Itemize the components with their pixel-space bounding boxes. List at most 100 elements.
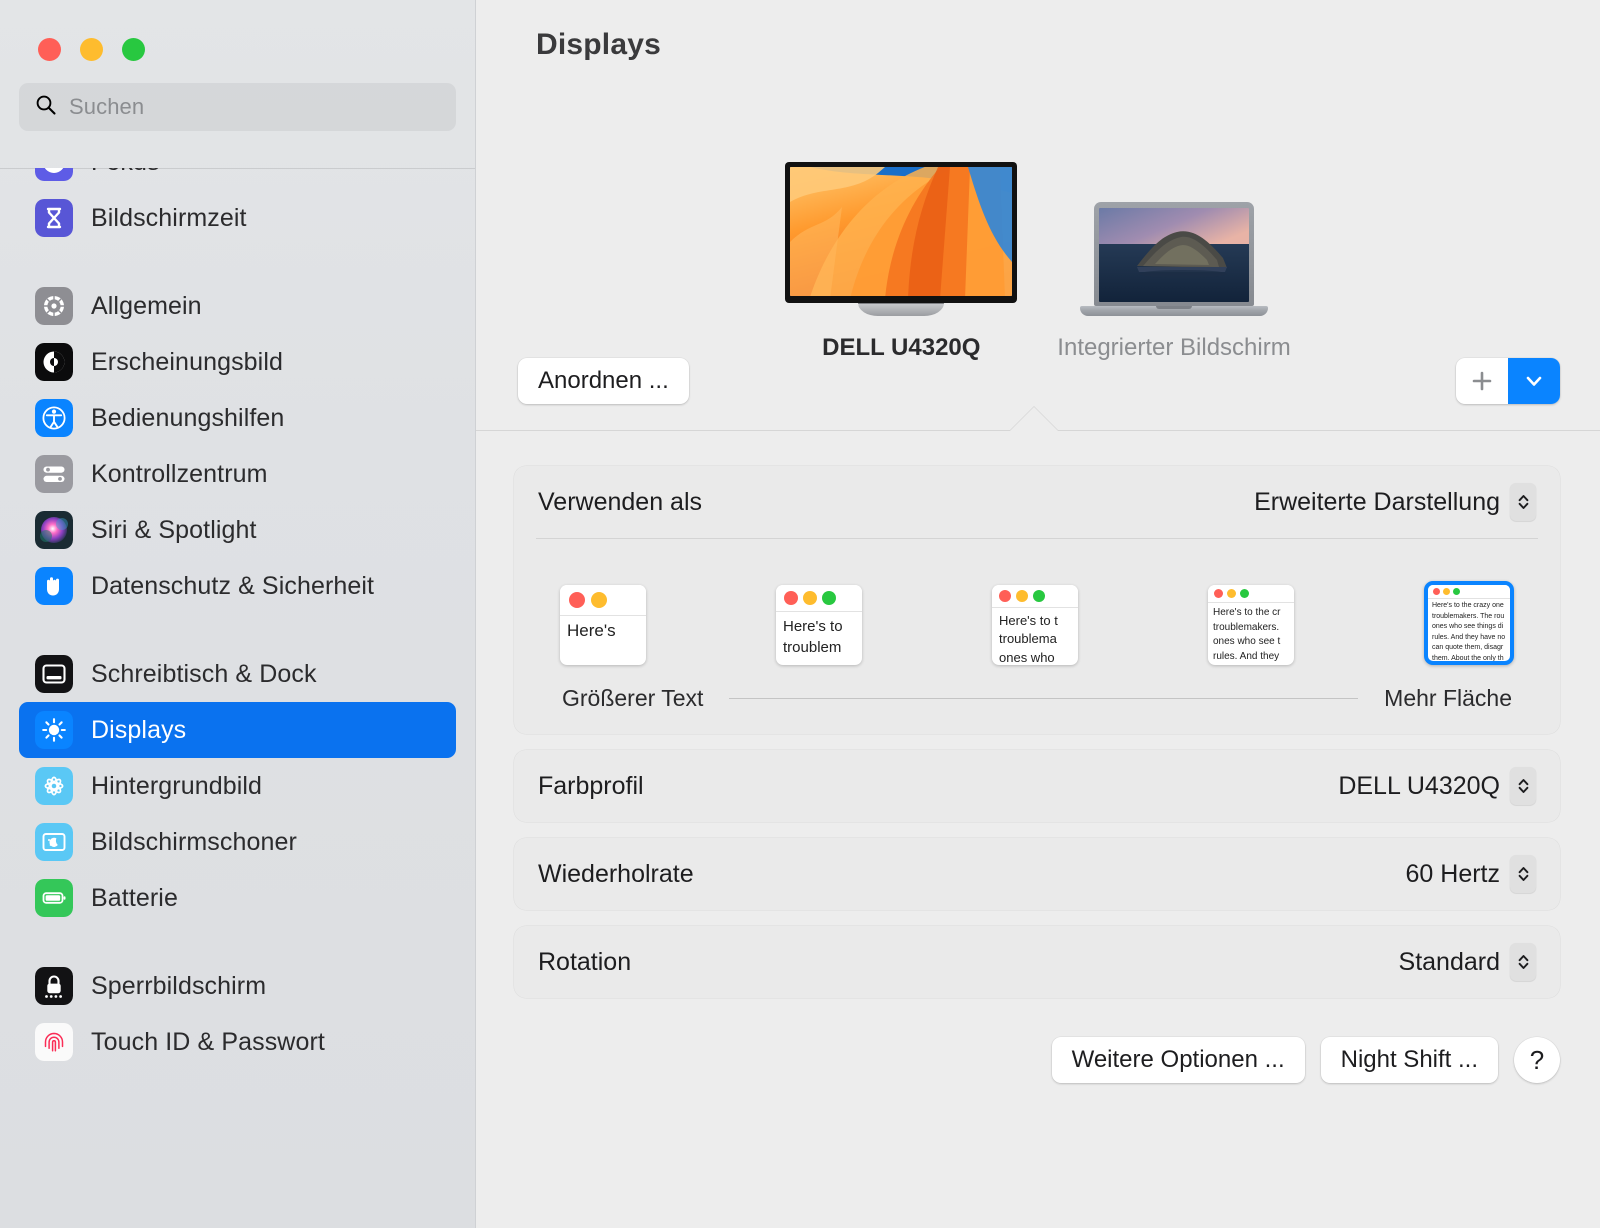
- popup-rotation[interactable]: Standard: [1399, 943, 1536, 981]
- row-rotation[interactable]: Rotation Standard: [514, 926, 1560, 998]
- sidebar-item-datenschutz-sicherheit[interactable]: Datenschutz & Sicherheit: [19, 558, 456, 614]
- scaling-section: Here's Here's to troublem: [514, 539, 1560, 734]
- thumb-close-dot: [569, 592, 585, 608]
- thumb-close-dot: [1433, 588, 1440, 595]
- display-external[interactable]: DELL U4320Q: [785, 162, 1017, 362]
- sidebar-item-kontrollzentrum[interactable]: Kontrollzentrum: [19, 446, 456, 502]
- row-label-refresh-rate: Wiederholrate: [538, 860, 694, 889]
- sidebar-item-siri-spotlight[interactable]: Siri & Spotlight: [19, 502, 456, 558]
- wallpaper-icon: [35, 767, 73, 805]
- content-pane: Displays: [476, 0, 1600, 1228]
- thumb-zoom-dot: [1240, 589, 1249, 598]
- gear-icon: [35, 287, 73, 325]
- sidebar-group-2: Allgemein Erscheinungsbild: [0, 278, 475, 614]
- scaling-thumb-4[interactable]: Here's to the cr troublemakers. ones who…: [1208, 585, 1294, 665]
- add-display-button[interactable]: [1456, 358, 1508, 404]
- display-picker: DELL U4320Q: [476, 100, 1600, 430]
- thumb-titlebar: [1428, 585, 1510, 598]
- scaling-thumb-1[interactable]: Here's: [560, 585, 646, 665]
- arrange-displays-button[interactable]: Anordnen ...: [518, 358, 689, 404]
- scaling-track[interactable]: [729, 698, 1358, 699]
- help-button[interactable]: ?: [1514, 1037, 1560, 1083]
- sidebar-scroll-area[interactable]: Fokus Bildschirmzeit: [0, 168, 475, 1228]
- night-shift-button[interactable]: Night Shift ...: [1321, 1037, 1498, 1083]
- row-color-profile[interactable]: Farbprofil DELL U4320Q: [514, 750, 1560, 822]
- thumb-text: Here's to t troublema ones who: [992, 607, 1078, 665]
- sidebar-item-label: Schreibtisch & Dock: [91, 660, 317, 689]
- sidebar-item-batterie[interactable]: Batterie: [19, 870, 456, 926]
- sidebar-item-label: Displays: [91, 716, 186, 745]
- sidebar-item-allgemein[interactable]: Allgemein: [19, 278, 456, 334]
- sidebar-item-bedienungshilfen[interactable]: Bedienungshilfen: [19, 390, 456, 446]
- sidebar: Suchen Fokus: [0, 0, 476, 1228]
- screentime-icon: [35, 199, 73, 237]
- scaling-option-cell[interactable]: Here's: [560, 585, 646, 665]
- screensaver-icon: [35, 823, 73, 861]
- sidebar-item-bildschirmschoner[interactable]: Bildschirmschoner: [19, 814, 456, 870]
- lock-icon: [35, 967, 73, 1005]
- popup-refresh-rate[interactable]: 60 Hertz: [1406, 855, 1536, 893]
- scaling-option-cell[interactable]: Here's to t troublema ones who: [992, 585, 1078, 665]
- sidebar-item-touchid-passwort[interactable]: Touch ID & Passwort: [19, 1014, 456, 1070]
- thumb-text: Here's to troublem: [776, 611, 862, 658]
- thumb-titlebar: [776, 585, 862, 611]
- scaling-option-cell[interactable]: Here's to the cr troublemakers. ones who…: [1208, 585, 1294, 665]
- laptop-notch: [1156, 306, 1192, 309]
- search-icon: [35, 94, 57, 121]
- sidebar-item-label: Touch ID & Passwort: [91, 1028, 325, 1057]
- sidebar-item-label: Siri & Spotlight: [91, 516, 257, 545]
- selected-display-pointer: [1010, 407, 1058, 431]
- sidebar-item-erscheinungsbild[interactable]: Erscheinungsbild: [19, 334, 456, 390]
- touchid-icon: [35, 1023, 73, 1061]
- popup-use-as[interactable]: Erweiterte Darstellung: [1254, 483, 1536, 521]
- popup-value-use-as: Erweiterte Darstellung: [1254, 488, 1500, 517]
- sidebar-item-label: Hintergrundbild: [91, 772, 262, 801]
- siri-icon: [35, 511, 73, 549]
- zoom-button[interactable]: [122, 38, 145, 61]
- sidebar-item-label: Batterie: [91, 884, 178, 913]
- sidebar-item-sperrbildschirm[interactable]: Sperrbildschirm: [19, 958, 456, 1014]
- thumb-minimize-dot: [591, 592, 607, 608]
- window-traffic-lights: [0, 0, 475, 61]
- accessibility-icon: [35, 399, 73, 437]
- laptop-frame: [1094, 202, 1254, 306]
- sidebar-item-schreibtisch-dock[interactable]: Schreibtisch & Dock: [19, 646, 456, 702]
- scaling-thumb-2[interactable]: Here's to troublem: [776, 585, 862, 665]
- row-refresh-rate[interactable]: Wiederholrate 60 Hertz: [514, 838, 1560, 910]
- row-label-rotation: Rotation: [538, 948, 631, 977]
- sidebar-item-hintergrundbild[interactable]: Hintergrundbild: [19, 758, 456, 814]
- scaling-thumb-3[interactable]: Here's to t troublema ones who: [992, 585, 1078, 665]
- sidebar-item-bildschirmzeit[interactable]: Bildschirmzeit: [19, 190, 456, 246]
- stepper-icon[interactable]: [1510, 943, 1536, 981]
- row-use-as[interactable]: Verwenden als Erweiterte Darstellung: [514, 466, 1560, 538]
- page-title: Displays: [536, 28, 661, 62]
- scaling-label-right: Mehr Fläche: [1384, 685, 1512, 712]
- scaling-option-cell[interactable]: Here's to troublem: [776, 585, 862, 665]
- close-button[interactable]: [38, 38, 61, 61]
- stepper-icon[interactable]: [1510, 483, 1536, 521]
- chevron-down-icon[interactable]: [1508, 358, 1560, 404]
- display-thumbnails: DELL U4320Q: [476, 162, 1600, 362]
- row-label-color-profile: Farbprofil: [538, 772, 644, 801]
- card-rotation: Rotation Standard: [514, 926, 1560, 998]
- add-display-control[interactable]: [1456, 358, 1560, 404]
- scaling-labels: Größerer Text Mehr Fläche: [536, 665, 1538, 712]
- stepper-icon[interactable]: [1510, 767, 1536, 805]
- display-builtin[interactable]: Integrierter Bildschirm: [1057, 202, 1290, 362]
- displays-sun-icon: [35, 711, 73, 749]
- scaling-option-cell[interactable]: Here's to the crazy one troublemakers. T…: [1424, 581, 1514, 665]
- control-center-icon: [35, 455, 73, 493]
- thumb-minimize-dot: [803, 591, 817, 605]
- desktop-dock-icon: [35, 655, 73, 693]
- more-options-button[interactable]: Weitere Optionen ...: [1052, 1037, 1305, 1083]
- scaling-thumb-5-selected[interactable]: Here's to the crazy one troublemakers. T…: [1424, 581, 1514, 665]
- sidebar-item-fokus[interactable]: Fokus: [19, 168, 456, 190]
- popup-color-profile[interactable]: DELL U4320Q: [1338, 767, 1536, 805]
- sidebar-item-displays[interactable]: Displays: [19, 702, 456, 758]
- card-color-profile: Farbprofil DELL U4320Q: [514, 750, 1560, 822]
- search-input[interactable]: Suchen: [19, 83, 456, 131]
- sidebar-group-4: Sperrbildschirm: [0, 958, 475, 1070]
- stepper-icon[interactable]: [1510, 855, 1536, 893]
- minimize-button[interactable]: [80, 38, 103, 61]
- popup-value-refresh-rate: 60 Hertz: [1406, 860, 1500, 889]
